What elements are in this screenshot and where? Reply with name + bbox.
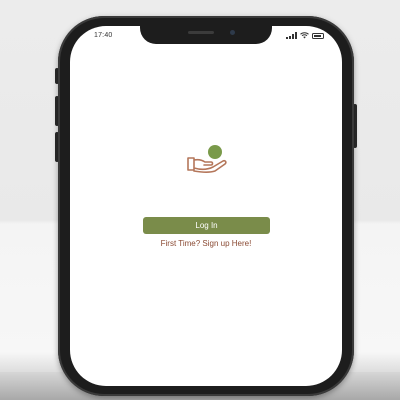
- status-icons: [286, 32, 324, 39]
- hand-icon: [187, 157, 227, 173]
- front-camera: [230, 30, 235, 35]
- signal-icon: [286, 32, 297, 39]
- wifi-icon: [300, 32, 309, 39]
- notch: [140, 26, 272, 44]
- hand-holding-coin-icon: [187, 145, 227, 173]
- coin-icon: [208, 145, 222, 159]
- status-time: 17:40: [94, 32, 113, 39]
- login-button[interactable]: Log In: [143, 217, 270, 234]
- signup-link[interactable]: First Time? Sign up Here!: [130, 239, 282, 248]
- phone-screen: 17:40 Log In First Time? Sign up Here!: [70, 26, 342, 386]
- speaker-grille: [188, 31, 214, 34]
- battery-icon: [312, 32, 324, 39]
